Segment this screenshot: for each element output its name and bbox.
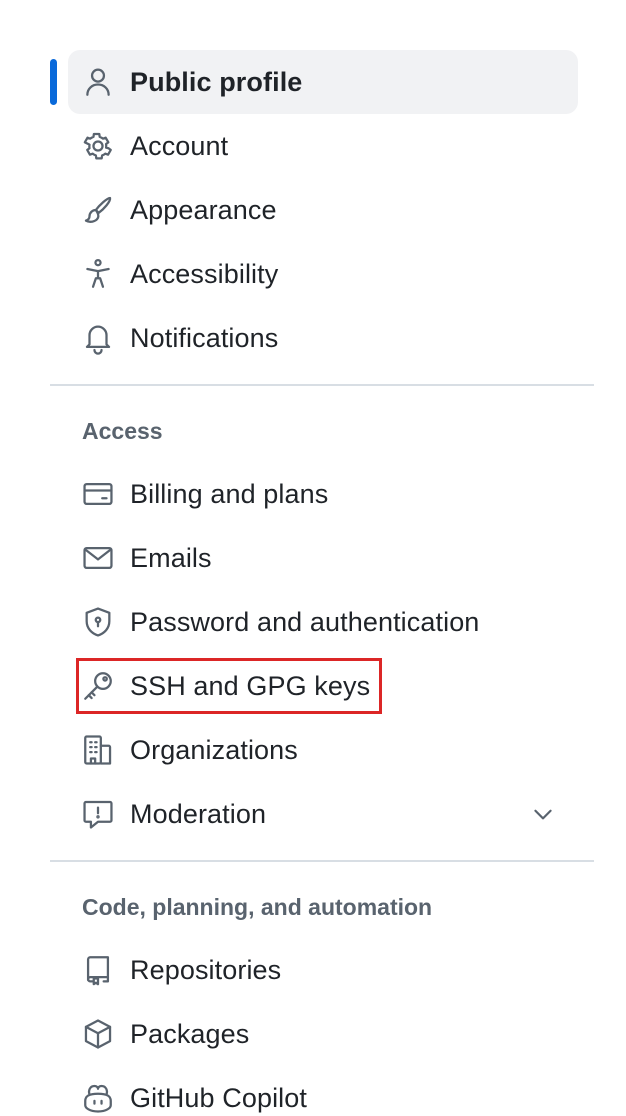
nav-item-label: Account: [130, 130, 229, 161]
bell-icon: [80, 320, 116, 356]
nav-item-billing[interactable]: Billing and plans: [68, 462, 578, 526]
nav-item-repositories[interactable]: Repositories: [68, 938, 578, 1002]
nav-item-account[interactable]: Account: [68, 114, 578, 178]
organization-icon: [80, 732, 116, 768]
nav-item-packages[interactable]: Packages: [68, 1002, 578, 1066]
nav-item-label: Password and authentication: [130, 606, 480, 637]
nav-item-label: GitHub Copilot: [130, 1082, 307, 1113]
nav-item-accessibility[interactable]: Accessibility: [68, 242, 578, 306]
nav-item-password-authentication[interactable]: Password and authentication: [68, 590, 578, 654]
credit-card-icon: [80, 476, 116, 512]
nav-item-label: Packages: [130, 1018, 250, 1049]
nav-item-label: Moderation: [130, 798, 267, 829]
nav-item-organizations[interactable]: Organizations: [68, 718, 578, 782]
key-icon: [80, 668, 116, 704]
nav-item-label: Repositories: [130, 954, 282, 985]
shield-lock-icon: [80, 604, 116, 640]
person-icon: [80, 64, 116, 100]
nav-item-appearance[interactable]: Appearance: [68, 178, 578, 242]
nav-item-public-profile[interactable]: Public profile: [68, 50, 578, 114]
nav-item-label: Organizations: [130, 734, 298, 765]
nav-item-label: Billing and plans: [130, 478, 329, 509]
chevron-down-icon[interactable]: [528, 799, 558, 829]
section-divider: [50, 384, 594, 386]
copilot-icon: [80, 1080, 116, 1116]
nav-item-label: Emails: [130, 542, 212, 573]
package-icon: [80, 1016, 116, 1052]
nav-item-label: SSH and GPG keys: [130, 670, 371, 701]
section-divider: [50, 860, 594, 862]
nav-item-label: Accessibility: [130, 258, 279, 289]
report-icon: [80, 796, 116, 832]
nav-item-label: Notifications: [130, 322, 279, 353]
nav-item-github-copilot[interactable]: GitHub Copilot: [68, 1066, 578, 1116]
nav-item-moderation[interactable]: Moderation: [68, 782, 578, 846]
gear-icon: [80, 128, 116, 164]
repo-icon: [80, 952, 116, 988]
active-indicator: [50, 59, 57, 105]
paintbrush-icon: [80, 192, 116, 228]
nav-item-ssh-gpg-keys[interactable]: SSH and GPG keys: [68, 654, 578, 718]
nav-item-notifications[interactable]: Notifications: [68, 306, 578, 370]
accessibility-icon: [80, 256, 116, 292]
section-heading-code: Code, planning, and automation: [82, 894, 433, 920]
nav-item-emails[interactable]: Emails: [68, 526, 578, 590]
section-heading-access: Access: [82, 418, 163, 444]
mail-icon: [80, 540, 116, 576]
nav-item-label: Appearance: [130, 194, 277, 225]
nav-item-label: Public profile: [130, 66, 303, 97]
settings-sidebar-nav: Public profile Account Appearance Access…: [0, 0, 626, 1116]
